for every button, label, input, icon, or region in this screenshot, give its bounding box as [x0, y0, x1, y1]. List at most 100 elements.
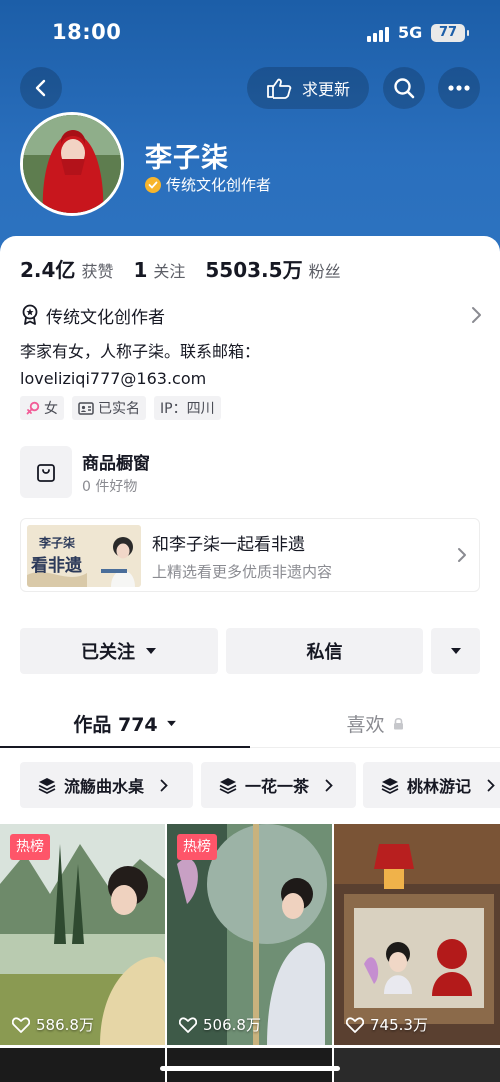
- chevron-right-icon: [487, 779, 495, 791]
- stat-following-value: 1: [133, 258, 148, 282]
- search-icon: [394, 78, 415, 99]
- creator-label: 传统文化创作者: [166, 176, 272, 194]
- video-likes: 506.8万: [179, 1014, 261, 1035]
- pointing-hand-icon: [267, 78, 292, 99]
- stat-following[interactable]: 1 关注: [133, 258, 185, 282]
- video-thumbnail-2[interactable]: 热榜 506.8万: [167, 824, 332, 1045]
- layers-icon: [219, 777, 237, 794]
- layers-icon: [381, 777, 399, 794]
- active-tab-indicator: [0, 746, 250, 748]
- hot-badge: 热榜: [10, 834, 50, 860]
- heart-icon: [346, 1016, 364, 1033]
- video-image: [334, 824, 500, 1045]
- collection-label: 桃林游记: [407, 777, 472, 796]
- collection-item-3[interactable]: 桃林游记: [363, 762, 500, 808]
- profile-chips: 女 已实名 IP：四川: [20, 396, 221, 420]
- layers-icon: [38, 777, 56, 794]
- female-icon: [26, 401, 40, 415]
- stat-followers-value: 5503.5万: [205, 258, 303, 282]
- caret-down-icon: [450, 648, 461, 654]
- award-icon: [22, 304, 38, 325]
- creator-tag-row[interactable]: 传统文化创作者: [20, 302, 482, 328]
- promo-subtitle: 上精选看更多优质非遗内容: [152, 563, 333, 581]
- message-label: 私信: [306, 642, 343, 663]
- shop-subtitle: 0 件好物: [82, 479, 138, 495]
- request-update-label: 求更新: [301, 80, 350, 99]
- promo-thumbnail: 李子柒 看非遗: [27, 525, 141, 587]
- bio-line-2: loveliziqi777@163.com: [20, 369, 207, 388]
- chevron-right-icon: [160, 779, 168, 791]
- profile-header: 18:00 5G 77 求更新 李子柒 传统文化创作者: [0, 0, 500, 260]
- profile-card: 2.4亿 获赞 1 关注 5503.5万 粉丝 传统文化创作者 李家有女，人称子…: [0, 236, 500, 1082]
- network-label: 5G: [398, 23, 423, 42]
- ip-label: IP：四川: [160, 401, 215, 417]
- lock-icon: [393, 717, 403, 729]
- verified-badge-icon: [145, 176, 161, 193]
- bio-line-1: 李家有女，人称子柒。联系邮箱：: [20, 342, 261, 361]
- back-button[interactable]: [20, 67, 62, 109]
- chevron-left-icon: [35, 79, 46, 97]
- caret-down-icon: [146, 648, 156, 654]
- stats-row: 2.4亿 获赞 1 关注 5503.5万 粉丝: [20, 254, 341, 283]
- video-likes-count: 586.8万: [36, 1016, 94, 1034]
- creator-badge: 传统文化创作者: [145, 174, 271, 195]
- status-bar: 18:00 5G 77: [0, 0, 500, 64]
- shop-title: 商品橱窗: [82, 454, 150, 474]
- following-label: 已关注: [81, 642, 135, 663]
- profile-name: 李子柒: [145, 143, 229, 174]
- stat-followers-label: 粉丝: [308, 262, 341, 281]
- collection-label: 流觞曲水桌: [64, 777, 145, 796]
- creator-tag-label: 传统文化创作者: [46, 307, 165, 328]
- signal-icon: [367, 26, 391, 42]
- tab-works[interactable]: 作品 774: [0, 698, 250, 748]
- stat-following-label: 关注: [153, 262, 186, 281]
- id-card-icon: [78, 401, 94, 415]
- shop-window[interactable]: 商品橱窗 0 件好物: [20, 446, 480, 498]
- video-likes-count: 745.3万: [370, 1016, 428, 1034]
- status-time: 18:00: [52, 20, 122, 44]
- video-thumbnail-4[interactable]: [0, 1048, 165, 1082]
- caret-down-icon: [166, 720, 176, 726]
- stat-likes[interactable]: 2.4亿 获赞: [20, 254, 113, 283]
- avatar[interactable]: [20, 112, 124, 216]
- video-thumbnail-6[interactable]: [334, 1048, 500, 1082]
- stat-likes-value: 2.4亿: [20, 258, 76, 282]
- promo-thumb-title: 看非遗: [31, 556, 82, 576]
- heart-icon: [12, 1016, 30, 1033]
- video-likes-count: 506.8万: [203, 1016, 261, 1034]
- shopping-bag-icon: [20, 446, 72, 498]
- chevron-right-icon: [325, 779, 333, 791]
- request-update-button[interactable]: 求更新: [247, 67, 369, 109]
- collection-item-2[interactable]: 一花一茶: [201, 762, 356, 808]
- home-indicator: [160, 1066, 340, 1071]
- verified-label: 已实名: [98, 401, 140, 417]
- content-tabs: 作品 774 喜欢: [0, 698, 500, 748]
- video-likes: 745.3万: [346, 1014, 428, 1035]
- collections-row: 流觞曲水桌 一花一茶 桃林游记: [20, 762, 500, 808]
- battery-level: 77: [438, 25, 458, 40]
- following-button[interactable]: 已关注: [20, 628, 218, 674]
- verified-chip: 已实名: [72, 396, 146, 420]
- promo-thumb-name: 李子柒: [39, 536, 76, 550]
- bio-text: 李家有女，人称子柒。联系邮箱： loveliziqi777@163.com: [20, 338, 480, 392]
- video-thumbnail-3[interactable]: 745.3万: [334, 824, 500, 1045]
- gender-chip: 女: [20, 396, 64, 420]
- more-dots-icon: [448, 85, 470, 91]
- more-button[interactable]: [438, 67, 480, 109]
- promo-title: 和李子柒一起看非遗: [152, 535, 305, 555]
- message-button[interactable]: 私信: [226, 628, 423, 674]
- more-actions-button[interactable]: [431, 628, 480, 674]
- hot-badge: 热榜: [177, 834, 217, 860]
- search-button[interactable]: [383, 67, 425, 109]
- video-likes: 586.8万: [12, 1014, 94, 1035]
- video-thumbnail-5[interactable]: [167, 1048, 332, 1082]
- stat-followers[interactable]: 5503.5万 粉丝: [205, 254, 340, 283]
- heritage-promo-card[interactable]: 李子柒 看非遗 和李子柒一起看非遗 上精选看更多优质非遗内容: [20, 518, 480, 592]
- tab-likes[interactable]: 喜欢: [250, 698, 500, 748]
- profile-actions: 已关注 私信: [20, 628, 480, 674]
- video-thumbnail-1[interactable]: 热榜 586.8万: [0, 824, 165, 1045]
- heart-icon: [179, 1016, 197, 1033]
- collection-item-1[interactable]: 流觞曲水桌: [20, 762, 193, 808]
- stat-likes-label: 获赞: [81, 262, 114, 281]
- tab-likes-label: 喜欢: [346, 713, 385, 736]
